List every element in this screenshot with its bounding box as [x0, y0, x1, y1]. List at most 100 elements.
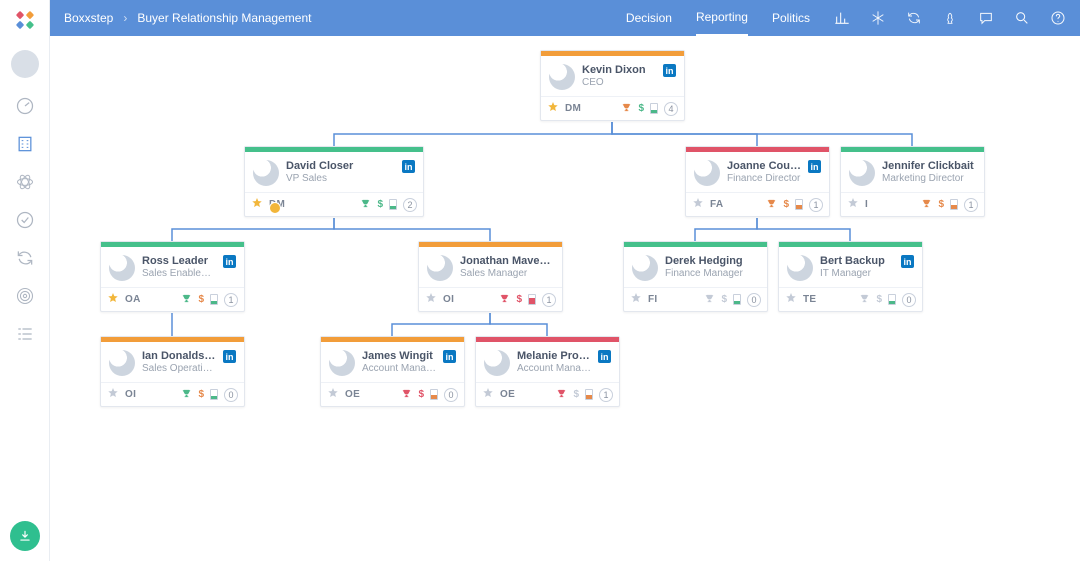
dollar-icon[interactable]: $: [783, 199, 789, 210]
count-badge[interactable]: 0: [747, 293, 761, 307]
breadcrumb-app[interactable]: Boxxstep: [64, 11, 113, 25]
snowflake-icon[interactable]: [870, 10, 886, 26]
search-icon[interactable]: [1014, 10, 1030, 26]
count-badge[interactable]: 1: [599, 388, 613, 402]
dollar-icon[interactable]: $: [377, 199, 383, 210]
person-card-ross[interactable]: Ross Leader Sales Enablement… in OA $ 1: [100, 241, 245, 312]
dollar-icon[interactable]: $: [638, 103, 644, 114]
chart-icon[interactable]: [834, 10, 850, 26]
trophy-icon[interactable]: [556, 388, 567, 402]
star-icon[interactable]: [251, 197, 263, 212]
checkmark-circle-icon[interactable]: [15, 210, 35, 230]
linkedin-icon[interactable]: in: [598, 350, 611, 363]
person-card-jonathan[interactable]: Jonathan Maverick Sales Manager OI $ 1: [418, 241, 563, 312]
linkedin-icon[interactable]: in: [808, 160, 821, 173]
count-badge[interactable]: 0: [224, 388, 238, 402]
star-icon[interactable]: [847, 197, 859, 212]
battery-icon[interactable]: [650, 103, 658, 114]
role-badge: OE: [500, 389, 515, 400]
person-card-bert[interactable]: Bert Backup IT Manager in TE $ 0: [778, 241, 923, 312]
dollar-icon[interactable]: $: [418, 389, 424, 400]
dollar-icon[interactable]: $: [876, 294, 882, 305]
count-badge[interactable]: 1: [224, 293, 238, 307]
person-card-joanne[interactable]: Joanne Counter Finance Director in FA $ …: [685, 146, 830, 217]
download-fab[interactable]: [10, 521, 40, 551]
sync-icon[interactable]: [906, 10, 922, 26]
battery-icon[interactable]: [210, 389, 218, 400]
battery-icon[interactable]: [950, 199, 958, 210]
person-card-derek[interactable]: Derek Hedging Finance Manager FI $ 0: [623, 241, 768, 312]
refresh-icon[interactable]: [15, 248, 35, 268]
star-icon[interactable]: [425, 292, 437, 307]
battery-icon[interactable]: [528, 294, 536, 305]
person-card-ian[interactable]: Ian Donaldson Sales Operations… in OI $ …: [100, 336, 245, 407]
person-avatar: [787, 255, 813, 281]
trophy-icon[interactable]: [704, 293, 715, 307]
person-card-melanie[interactable]: Melanie Proactive Account Manager in OE …: [475, 336, 620, 407]
trophy-icon[interactable]: [360, 198, 371, 212]
count-badge[interactable]: 2: [403, 198, 417, 212]
tab-politics[interactable]: Politics: [772, 0, 810, 36]
count-badge[interactable]: 4: [664, 102, 678, 116]
target-icon[interactable]: [15, 286, 35, 306]
battery-icon[interactable]: [888, 294, 896, 305]
trophy-icon[interactable]: [859, 293, 870, 307]
count-badge[interactable]: 0: [902, 293, 916, 307]
battery-icon[interactable]: [210, 294, 218, 305]
linkedin-icon[interactable]: in: [443, 350, 456, 363]
trophy-icon[interactable]: [921, 198, 932, 212]
dollar-icon[interactable]: $: [721, 294, 727, 305]
linkedin-icon[interactable]: in: [663, 64, 676, 77]
trophy-icon[interactable]: [766, 198, 777, 212]
person-card-david[interactable]: David Closer VP Sales in DM $ 2: [244, 146, 424, 217]
atom-icon[interactable]: [15, 172, 35, 192]
count-badge[interactable]: 0: [444, 388, 458, 402]
person-title: VP Sales: [286, 173, 395, 184]
star-icon[interactable]: [547, 101, 559, 116]
linkedin-icon[interactable]: in: [223, 350, 236, 363]
trophy-icon[interactable]: [181, 388, 192, 402]
dollar-icon[interactable]: $: [198, 389, 204, 400]
tab-reporting[interactable]: Reporting: [696, 0, 748, 36]
building-icon[interactable]: [15, 134, 35, 154]
chat-icon[interactable]: [978, 10, 994, 26]
dollar-icon[interactable]: $: [938, 199, 944, 210]
trophy-icon[interactable]: [401, 388, 412, 402]
linkedin-icon[interactable]: in: [223, 255, 236, 268]
linkedin-icon[interactable]: in: [402, 160, 415, 173]
star-icon[interactable]: [482, 387, 494, 402]
star-icon[interactable]: [107, 387, 119, 402]
person-card-james[interactable]: James Wingit Account Manager in OE $ 0: [320, 336, 465, 407]
star-icon[interactable]: [630, 292, 642, 307]
battery-icon[interactable]: [795, 199, 803, 210]
tab-decision[interactable]: Decision: [626, 0, 672, 36]
person-card-kevin[interactable]: Kevin Dixon CEO in DM $ 4: [540, 50, 685, 121]
battery-icon[interactable]: [585, 389, 593, 400]
battery-icon[interactable]: [733, 294, 741, 305]
star-icon[interactable]: [785, 292, 797, 307]
org-chart-canvas[interactable]: Kevin Dixon CEO in DM $ 4 David Closer V…: [50, 36, 1080, 561]
battery-icon[interactable]: [389, 199, 397, 210]
star-icon[interactable]: [327, 387, 339, 402]
chess-piece-icon[interactable]: [942, 10, 958, 26]
trophy-icon[interactable]: [499, 293, 510, 307]
help-icon[interactable]: [1050, 10, 1066, 26]
current-user-avatar[interactable]: [11, 50, 39, 78]
dollar-icon[interactable]: $: [573, 389, 579, 400]
trophy-icon[interactable]: [181, 293, 192, 307]
star-icon[interactable]: [107, 292, 119, 307]
breadcrumb-section[interactable]: Buyer Relationship Management: [137, 11, 311, 25]
count-badge[interactable]: 1: [964, 198, 978, 212]
person-name: David Closer: [286, 160, 395, 173]
count-badge[interactable]: 1: [809, 198, 823, 212]
dollar-icon[interactable]: $: [198, 294, 204, 305]
star-icon[interactable]: [692, 197, 704, 212]
person-card-jennifer[interactable]: Jennifer Clickbait Marketing Director I …: [840, 146, 985, 217]
count-badge[interactable]: 1: [542, 293, 556, 307]
dollar-icon[interactable]: $: [516, 294, 522, 305]
gauge-icon[interactable]: [15, 96, 35, 116]
linkedin-icon[interactable]: in: [901, 255, 914, 268]
trophy-icon[interactable]: [621, 102, 632, 116]
list-icon[interactable]: [15, 324, 35, 344]
battery-icon[interactable]: [430, 389, 438, 400]
